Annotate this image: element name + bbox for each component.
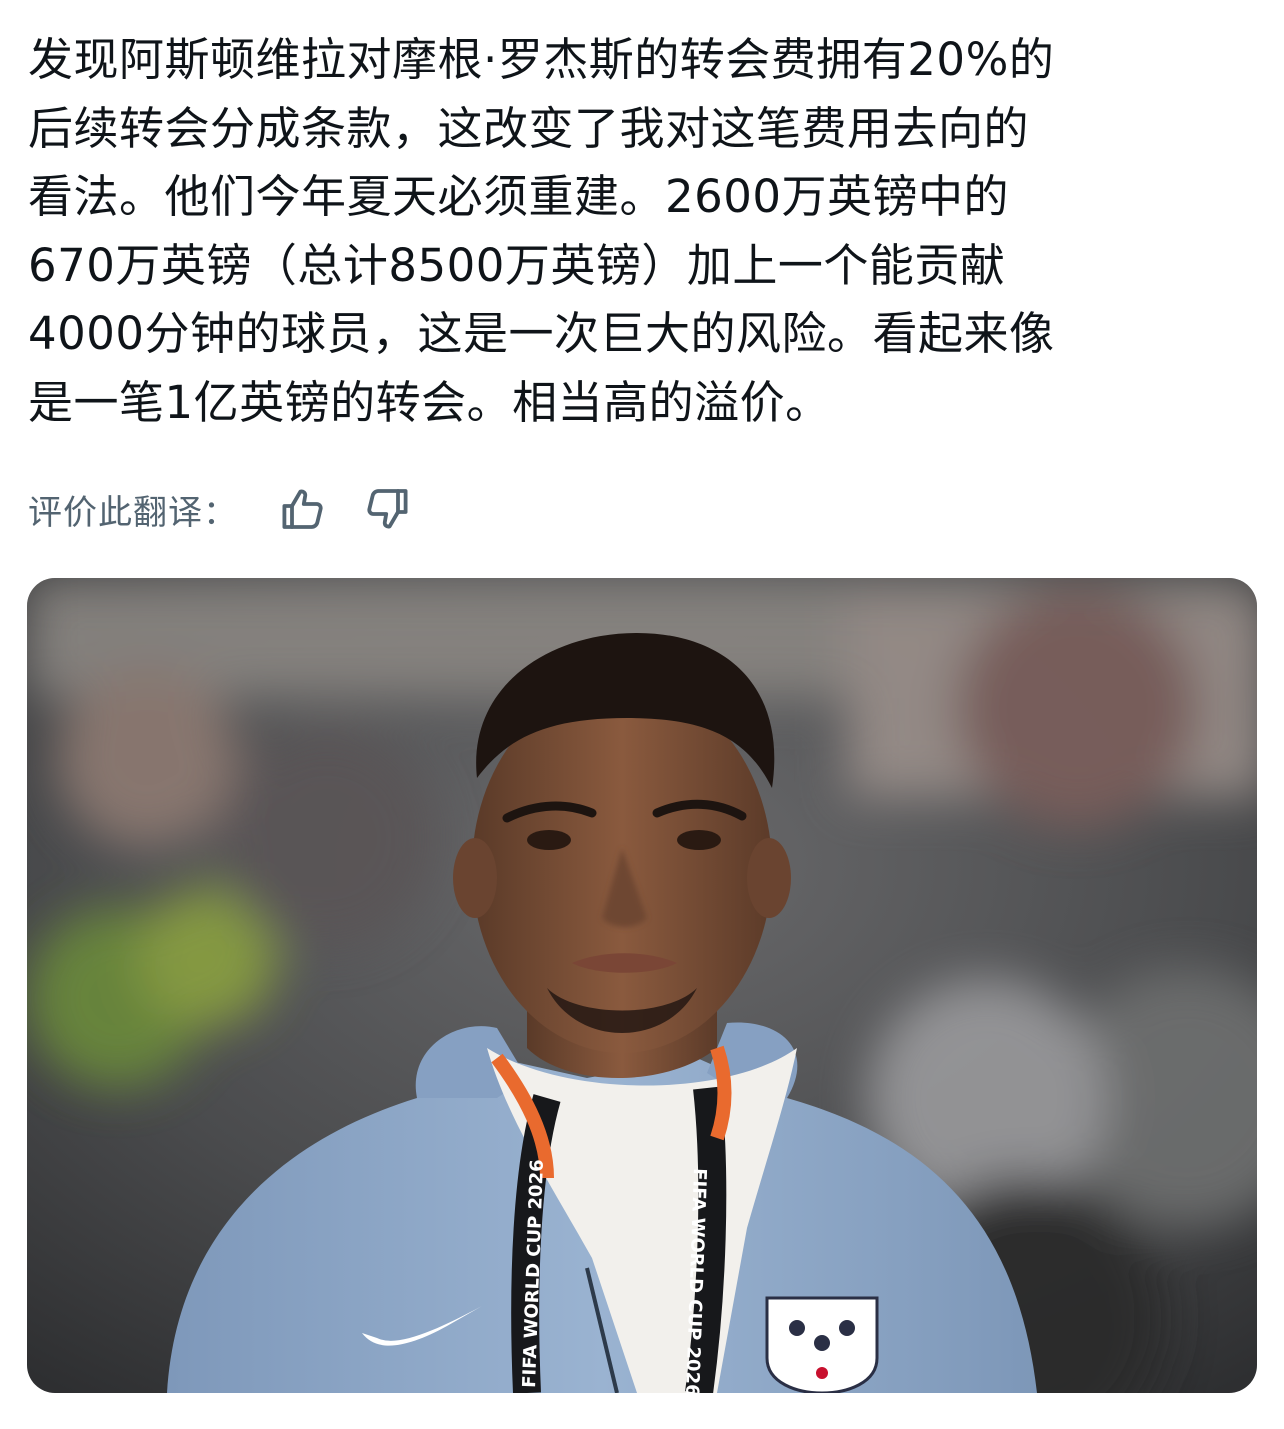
post-text-line: 4000分钟的球员，这是一次巨大的风险。看起来像 [28, 307, 1055, 361]
rate-translation-label: 评价此翻译： [28, 492, 238, 533]
post-text-line: 670万英镑（总计8500万英镑）加上一个能贡献 [28, 238, 1006, 292]
post-text-line: 发现阿斯顿维拉对摩根·罗杰斯的转会费拥有20%的 [28, 33, 1055, 86]
post-text-line: 是一笔1亿英镑的转会。相当高的溢价。 [28, 375, 831, 429]
translation-rating: 评价此翻译： [28, 481, 416, 537]
thumbs-down-button[interactable] [360, 481, 416, 537]
thumbs-down-icon [367, 489, 408, 529]
post-photo[interactable]: FIFA WORLD CUP 2026 FIFA WORLD CUP 2026 [27, 578, 1257, 1393]
post-text-line: 后续转会分成条款，这改变了我对这笔费用去向的 [28, 101, 1030, 155]
player-photo: FIFA WORLD CUP 2026 FIFA WORLD CUP 2026 [27, 578, 1257, 1393]
post-text: 发现阿斯顿维拉对摩根·罗杰斯的转会费拥有20%的 后续转会分成条款，这改变了我对… [28, 26, 1268, 438]
thumbs-up-button[interactable] [274, 481, 330, 537]
thumbs-up-icon [282, 489, 323, 529]
crest-logo [765, 1296, 879, 1393]
post-text-line: 看法。他们今年夏天必须重建。2600万英镑中的 [28, 170, 1010, 224]
